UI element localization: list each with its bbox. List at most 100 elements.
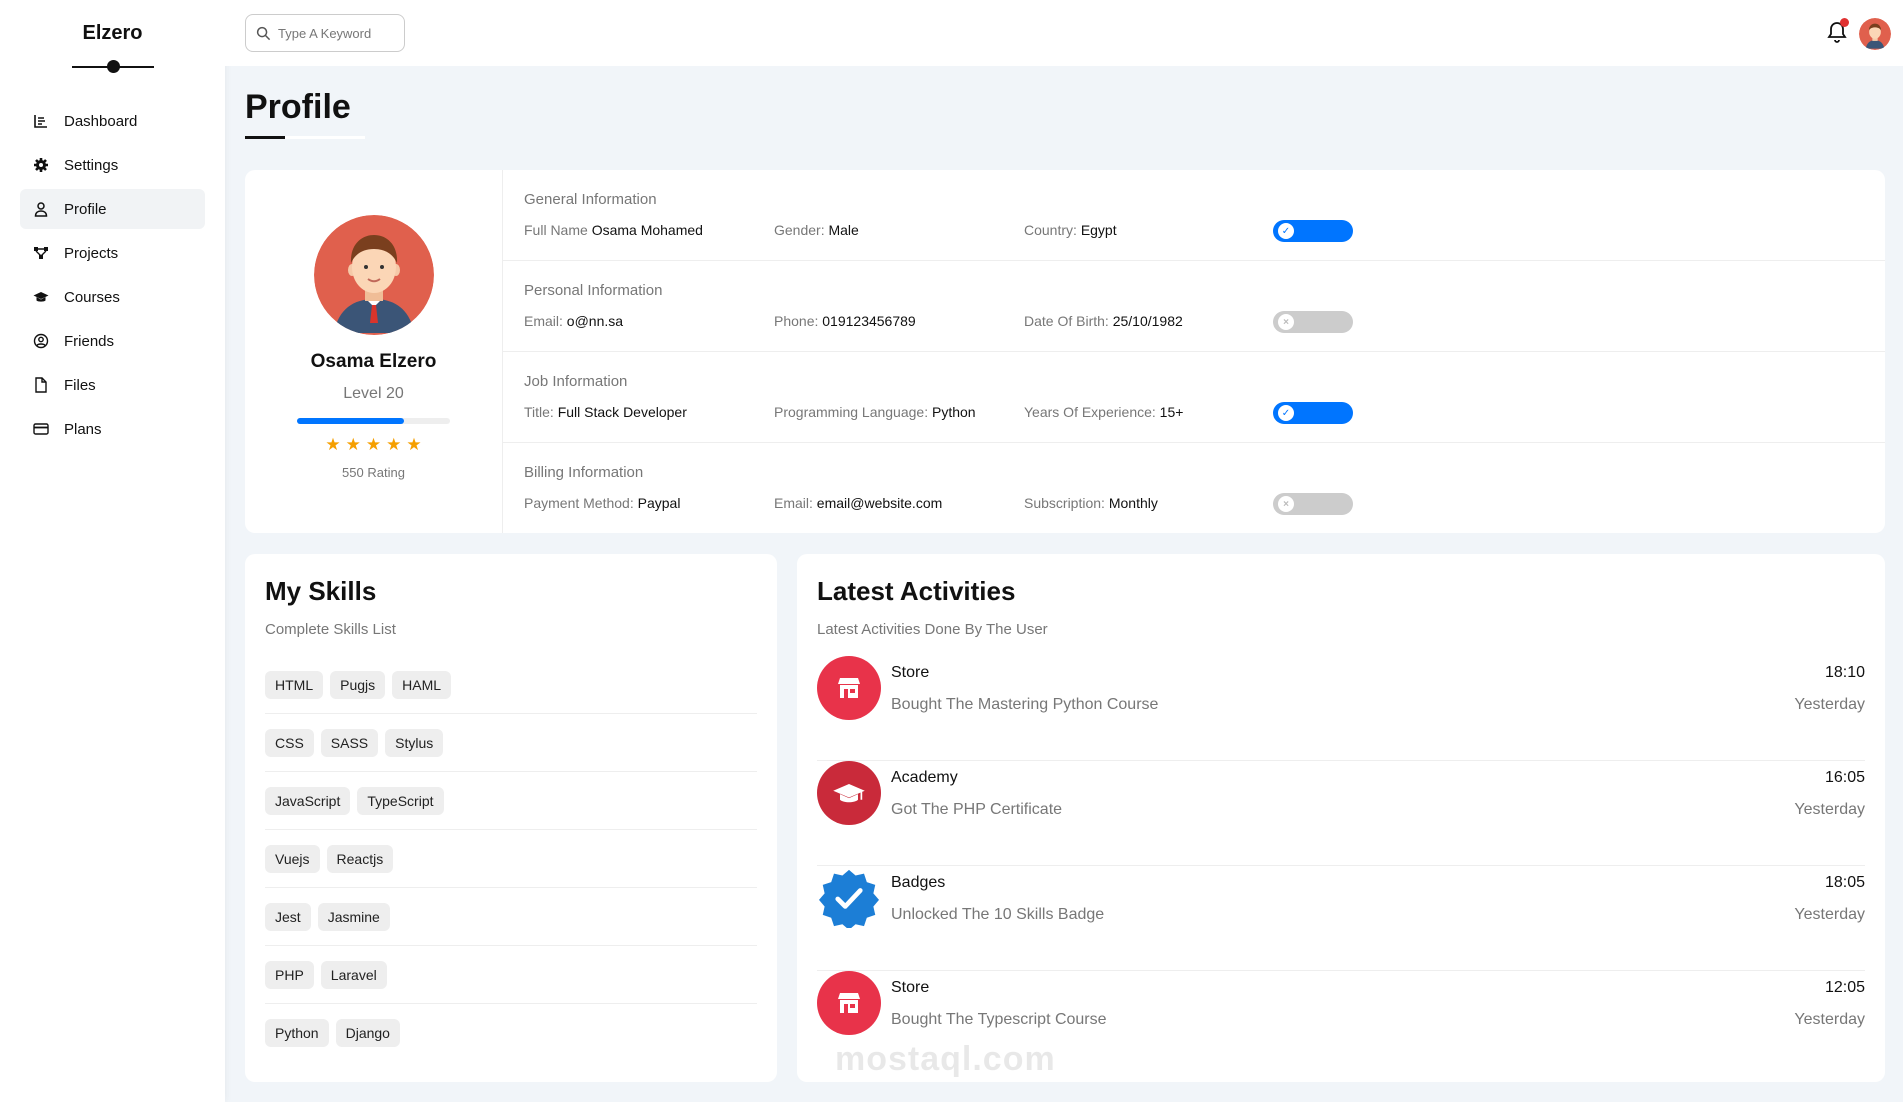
skill-row: PHP Laravel (265, 946, 757, 1004)
graduation-cap-icon (817, 761, 881, 825)
profile-card: Osama Elzero Level 20 ★ ★ ★ ★ ★ 550 Rating G… (245, 170, 1885, 533)
skill-tag: Laravel (320, 961, 387, 989)
store-icon (817, 971, 881, 1035)
activity-time: 12:05 (1824, 979, 1865, 996)
circle-user-icon (32, 332, 50, 350)
skill-tag: Stylus (385, 729, 444, 757)
brand-decoration (71, 59, 154, 73)
skill-row: JavaScript TypeScript (265, 772, 757, 830)
skill-tag: SASS (320, 729, 379, 757)
personal-information-toggle[interactable]: × (1273, 311, 1353, 333)
profile-info: General Information Full Name Osama Moha… (503, 170, 1885, 533)
gear-icon (32, 156, 50, 174)
activities-card: Latest Activities Latest Activities Done… (797, 554, 1885, 1082)
activity-description: Bought The Typescript Course (891, 1011, 1107, 1028)
level-progress-bar (297, 418, 450, 424)
sidebar-item-label: Files (64, 376, 96, 394)
search-box[interactable] (245, 14, 405, 52)
star-icon: ★ (325, 435, 341, 454)
sidebar-nav: Dashboard Settings Profile Projects Cour… (0, 101, 225, 449)
skill-tag: PHP (265, 961, 314, 989)
activity-day: Yesterday (1794, 801, 1865, 818)
topbar (225, 0, 1903, 66)
sidebar-item-profile[interactable]: Profile (20, 189, 205, 229)
info-field: Email: o@nn.sa (524, 313, 624, 329)
verified-badge-icon (817, 866, 881, 930)
activity-time: 16:05 (1824, 769, 1865, 786)
skill-tag: TypeScript (357, 787, 444, 815)
sidebar-item-label: Profile (64, 200, 107, 218)
general-information-toggle[interactable]: ✓ (1273, 220, 1353, 242)
section-heading: General Information (524, 191, 657, 208)
notifications-button[interactable] (1825, 18, 1849, 44)
brand-title: Elzero (82, 22, 143, 44)
credit-card-icon (32, 420, 50, 438)
skill-tag: Django (335, 1019, 400, 1047)
toggle-knob: × (1278, 496, 1294, 512)
activity-item: Store Bought The Mastering Python Course… (817, 656, 1865, 761)
user-avatar[interactable] (1859, 18, 1891, 50)
graduation-cap-icon (32, 288, 50, 306)
search-icon (256, 26, 271, 40)
sidebar-item-label: Plans (64, 420, 102, 438)
info-field: Full Name Osama Mohamed (524, 222, 703, 238)
skill-tag: JavaScript (265, 787, 351, 815)
skill-row: Vuejs Reactjs (265, 830, 757, 888)
skill-tag: Python (265, 1019, 329, 1047)
activity-item: Academy Got The PHP Certificate 16:05 Ye… (817, 761, 1865, 866)
notification-dot (1840, 18, 1849, 27)
info-field: Date Of Birth: 25/10/1982 (1024, 313, 1183, 329)
star-icon: ★ (345, 435, 361, 454)
section-heading: Billing Information (524, 464, 644, 481)
sidebar-item-label: Projects (64, 244, 119, 262)
star-icon: ★ (365, 435, 382, 454)
info-field: Programming Language: Python (774, 404, 976, 420)
skills-list: HTML Pugjs HAML CSS SASS Stylus JavaScript Type… (265, 656, 757, 1062)
activity-title: Academy (891, 769, 958, 786)
profile-level: Level 20 (343, 385, 404, 402)
sidebar-item-courses[interactable]: Courses (20, 277, 205, 317)
level-progress-fill (297, 418, 405, 424)
page-title: Profile (245, 88, 351, 126)
store-icon (817, 656, 881, 720)
sidebar-item-projects[interactable]: Projects (20, 233, 205, 273)
rating-stars: ★ ★ ★ ★ ★ (245, 436, 502, 453)
activities-list: Store Bought The Mastering Python Course… (817, 656, 1865, 1076)
sidebar-item-dashboard[interactable]: Dashboard (20, 101, 205, 141)
skills-title: My Skills (265, 576, 377, 606)
rating-count: 550 Rating (342, 465, 405, 480)
activity-description: Bought The Mastering Python Course (891, 696, 1159, 713)
skills-subtitle: Complete Skills List (265, 621, 396, 638)
user-icon (32, 200, 50, 218)
billing-information-toggle[interactable]: × (1273, 493, 1353, 515)
skill-row: Python Django (265, 1004, 757, 1062)
skill-tag: Jasmine (317, 903, 390, 931)
profile-avatar (313, 215, 434, 335)
file-icon (32, 376, 50, 394)
sidebar-item-plans[interactable]: Plans (20, 409, 205, 449)
skill-tag: HTML (265, 671, 324, 699)
sidebar-item-files[interactable]: Files (20, 365, 205, 405)
sidebar-item-label: Courses (64, 288, 120, 306)
job-information-toggle[interactable]: ✓ (1273, 402, 1353, 424)
sidebar-item-settings[interactable]: Settings (20, 145, 205, 185)
star-icon: ★ (386, 435, 402, 454)
activity-time: 18:05 (1824, 874, 1865, 891)
sidebar-item-label: Dashboard (64, 112, 138, 130)
skill-tag: HAML (392, 671, 452, 699)
search-input[interactable] (278, 25, 398, 41)
activity-day: Yesterday (1794, 906, 1865, 923)
diagram-icon (32, 244, 50, 262)
section-heading: Personal Information (524, 282, 663, 299)
toggle-knob: ✓ (1278, 405, 1294, 421)
profile-summary: Osama Elzero Level 20 ★ ★ ★ ★ ★ 550 Rating (245, 170, 503, 533)
activities-title: Latest Activities (817, 576, 1016, 606)
sidebar-item-friends[interactable]: Friends (20, 321, 205, 361)
profile-name: Osama Elzero (310, 351, 437, 372)
star-icon: ★ (406, 435, 422, 454)
toggle-knob: ✓ (1278, 223, 1294, 239)
info-field: Title: Full Stack Developer (524, 404, 687, 420)
skills-card: My Skills Complete Skills List HTML Pugjs… (245, 554, 777, 1082)
sidebar: Elzero Dashboard Settings Profile Projec… (0, 0, 225, 1102)
skill-tag: CSS (265, 729, 314, 757)
